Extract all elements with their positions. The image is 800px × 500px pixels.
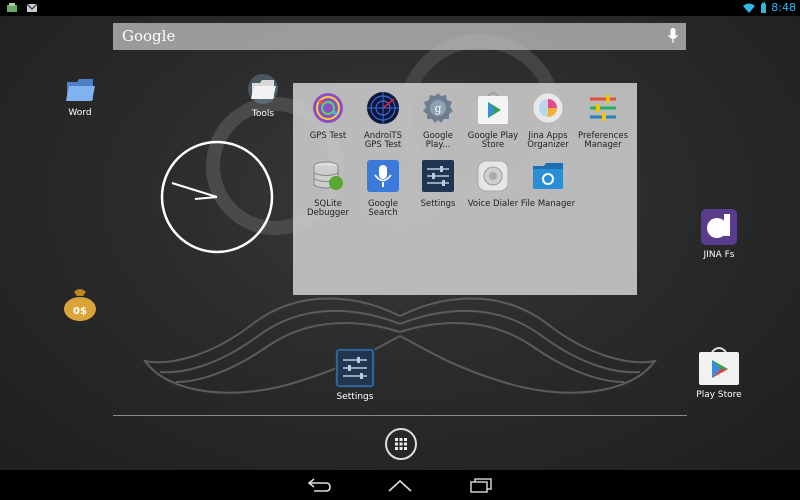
app-label: SQLite Debugger bbox=[306, 199, 350, 218]
app-label: Jina Apps Organizer bbox=[527, 131, 569, 150]
word-label: Word bbox=[68, 108, 92, 118]
folder-app-google-search[interactable]: Google Search bbox=[355, 159, 411, 218]
svg-text:0$: 0$ bbox=[73, 306, 87, 317]
home-icon[interactable] bbox=[386, 477, 414, 493]
folder-app-sqlite-debugger[interactable]: SQLite Debugger bbox=[300, 159, 356, 218]
jina-organizer-icon bbox=[532, 92, 564, 124]
money-bag-icon: 0$ bbox=[64, 289, 96, 321]
status-bar: 8:48 bbox=[0, 0, 800, 16]
tools-label: Tools bbox=[251, 109, 275, 119]
google-logo-text: Google bbox=[122, 27, 176, 45]
play-store-icon bbox=[699, 347, 739, 385]
desktop-icon-money-bag[interactable]: 0$ bbox=[60, 284, 100, 322]
folder-app-preferences-manager[interactable]: Preferences Manager bbox=[575, 91, 631, 150]
app-label: Preferences Manager bbox=[578, 131, 628, 150]
desktop-icon-word[interactable]: Word bbox=[58, 74, 102, 118]
desktop-icon-play-store[interactable]: Play Store bbox=[692, 346, 746, 400]
navigation-bar bbox=[0, 470, 800, 500]
play-store-label: Play Store bbox=[696, 390, 742, 400]
jina-fs-icon bbox=[701, 209, 737, 245]
recent-apps-icon[interactable] bbox=[468, 477, 494, 493]
google-search-bar[interactable]: Google bbox=[113, 23, 686, 50]
folder-app-androits[interactable]: AndroiTS GPS Test bbox=[355, 91, 411, 150]
all-apps-button[interactable] bbox=[385, 428, 417, 460]
app-label: GPS Test bbox=[309, 131, 347, 141]
gps-test-icon bbox=[313, 93, 343, 123]
wifi-icon bbox=[743, 3, 756, 13]
app-label: Voice Dialer bbox=[467, 199, 519, 209]
settings-icon bbox=[335, 348, 375, 388]
folder-app-jina-organizer[interactable]: Jina Apps Organizer bbox=[520, 91, 576, 150]
folder-app-settings[interactable]: Settings bbox=[410, 159, 466, 209]
blue-folder-icon bbox=[66, 79, 95, 101]
google-play-services-icon: g bbox=[423, 93, 453, 123]
app-label: Google Play... bbox=[423, 131, 453, 150]
preferences-manager-icon bbox=[590, 95, 616, 121]
voice-dialer-icon bbox=[477, 160, 509, 192]
tools-folder-icon bbox=[248, 74, 278, 104]
desktop-icon-settings[interactable]: Settings bbox=[330, 348, 380, 402]
svg-text:g: g bbox=[434, 102, 441, 115]
desktop-icon-tools[interactable]: Tools bbox=[241, 73, 285, 119]
app-grid-icon bbox=[395, 438, 407, 450]
app-label: AndroiTS GPS Test bbox=[363, 131, 403, 150]
folder-app-voice-dialer[interactable]: Voice Dialer bbox=[465, 159, 521, 209]
back-icon[interactable] bbox=[306, 477, 332, 493]
jina-fs-label: JINA Fs bbox=[703, 250, 735, 260]
folder-app-gps-test[interactable]: GPS Test bbox=[300, 91, 356, 141]
folder-app-file-manager[interactable]: File Manager bbox=[520, 159, 576, 209]
app-label: File Manager bbox=[520, 199, 576, 209]
clock-minute-hand bbox=[171, 182, 218, 198]
settings-icon bbox=[422, 160, 454, 192]
app-folder-popup: GPS Test AndroiTS GPS Test g Google Play… bbox=[293, 83, 637, 295]
sync-icon bbox=[7, 3, 17, 12]
androits-icon bbox=[367, 92, 399, 124]
analog-clock-widget[interactable] bbox=[160, 140, 274, 254]
app-label: Google Search bbox=[368, 199, 398, 218]
app-label: Settings bbox=[420, 199, 456, 209]
clock-hour-hand bbox=[194, 196, 218, 200]
settings-label: Settings bbox=[336, 392, 374, 402]
play-store-icon bbox=[478, 92, 508, 124]
app-label: Google Play Store bbox=[467, 131, 519, 150]
google-search-mic-icon bbox=[367, 160, 399, 192]
folder-app-play-store[interactable]: Google Play Store bbox=[465, 91, 521, 150]
battery-icon bbox=[761, 2, 767, 13]
mic-icon[interactable] bbox=[668, 28, 678, 44]
gmail-icon bbox=[26, 3, 38, 12]
hotseat-divider bbox=[113, 415, 687, 416]
status-time: 8:48 bbox=[771, 1, 796, 14]
file-manager-icon bbox=[533, 163, 563, 189]
sqlite-icon bbox=[313, 161, 343, 190]
desktop-icon-jina-fs[interactable]: JINA Fs bbox=[692, 208, 746, 260]
folder-app-google-play-services[interactable]: g Google Play... bbox=[410, 91, 466, 150]
